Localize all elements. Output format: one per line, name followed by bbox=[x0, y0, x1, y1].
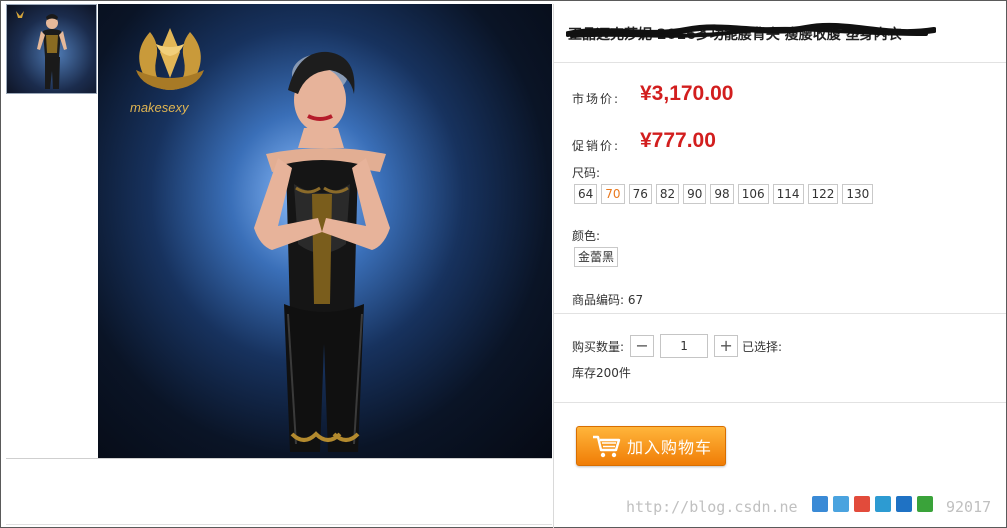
watermark-tail: 92017 bbox=[946, 498, 992, 516]
market-price-value: ¥3,170.00 bbox=[640, 82, 734, 105]
page-bottom-border bbox=[6, 524, 552, 525]
redaction-scribble bbox=[566, 22, 936, 38]
weibo-icon[interactable] bbox=[854, 496, 870, 512]
color-label: 颜色: bbox=[572, 229, 601, 243]
code-divider bbox=[554, 313, 1006, 314]
quantity-decrease-button[interactable]: − bbox=[630, 335, 655, 357]
size-option-122[interactable]: 122 bbox=[807, 184, 839, 204]
color-option-gold-black[interactable]: 金蕾黑 bbox=[574, 247, 619, 267]
size-option-114[interactable]: 114 bbox=[772, 184, 804, 204]
product-info-panel: 正品迈克莎妮 2016多功能腰背夹 瘦腰收腹 塑身内衣 市场价: ¥3,170.… bbox=[554, 4, 1006, 528]
add-to-cart-button[interactable]: 加入购物车 bbox=[576, 426, 726, 466]
title-divider bbox=[554, 62, 1006, 63]
renren-icon[interactable] bbox=[896, 496, 912, 512]
product-code: 商品编码: 67 bbox=[572, 291, 643, 308]
quantity-row: 购买数量: − + 已选择: bbox=[572, 334, 782, 358]
size-option-90[interactable]: 90 bbox=[683, 184, 707, 204]
promo-price-value: ¥777.00 bbox=[640, 129, 716, 152]
product-main-image[interactable]: makesexy bbox=[98, 4, 552, 458]
thumbnail-column bbox=[6, 4, 99, 458]
selected-label: 已选择: bbox=[742, 339, 783, 354]
logo-text: makesexy bbox=[130, 100, 190, 115]
size-option-64[interactable]: 64 bbox=[574, 184, 598, 204]
quantity-increase-button[interactable]: + bbox=[714, 335, 739, 357]
product-thumbnail[interactable] bbox=[6, 4, 97, 94]
promo-price-label: 促销价: bbox=[572, 139, 621, 153]
tqq-icon[interactable] bbox=[875, 496, 891, 512]
size-option-70[interactable]: 70 bbox=[601, 184, 625, 204]
image-bottom-border bbox=[6, 458, 552, 459]
brand-logo-icon bbox=[136, 28, 204, 90]
watermark-text: http://blog.csdn.ne bbox=[626, 498, 798, 516]
product-code-value: 67 bbox=[627, 293, 644, 307]
quantity-input[interactable] bbox=[660, 334, 709, 358]
product-code-label: 商品编码: bbox=[572, 293, 625, 307]
size-label: 尺码: bbox=[572, 166, 601, 180]
size-option-76[interactable]: 76 bbox=[628, 184, 652, 204]
size-option-130[interactable]: 130 bbox=[842, 184, 874, 204]
quantity-label: 购买数量: bbox=[572, 339, 625, 354]
stock-info: 库存200件 bbox=[572, 366, 631, 380]
share-icons bbox=[812, 496, 933, 512]
color-options: 金蕾黑 bbox=[574, 247, 619, 267]
size-option-82[interactable]: 82 bbox=[655, 184, 680, 204]
add-to-cart-label: 加入购物车 bbox=[627, 438, 713, 457]
plus-share-icon[interactable] bbox=[812, 496, 828, 512]
size-option-98[interactable]: 98 bbox=[710, 184, 734, 204]
size-options: 64 70 76 82 90 98 106 114 122 130 bbox=[574, 184, 874, 204]
qzone-icon[interactable] bbox=[833, 496, 849, 512]
shopping-cart-icon bbox=[593, 435, 621, 458]
stock-divider bbox=[554, 402, 1006, 403]
wechat-icon[interactable] bbox=[917, 496, 933, 512]
size-option-106[interactable]: 106 bbox=[737, 184, 769, 204]
market-price-label: 市场价: bbox=[572, 92, 621, 106]
